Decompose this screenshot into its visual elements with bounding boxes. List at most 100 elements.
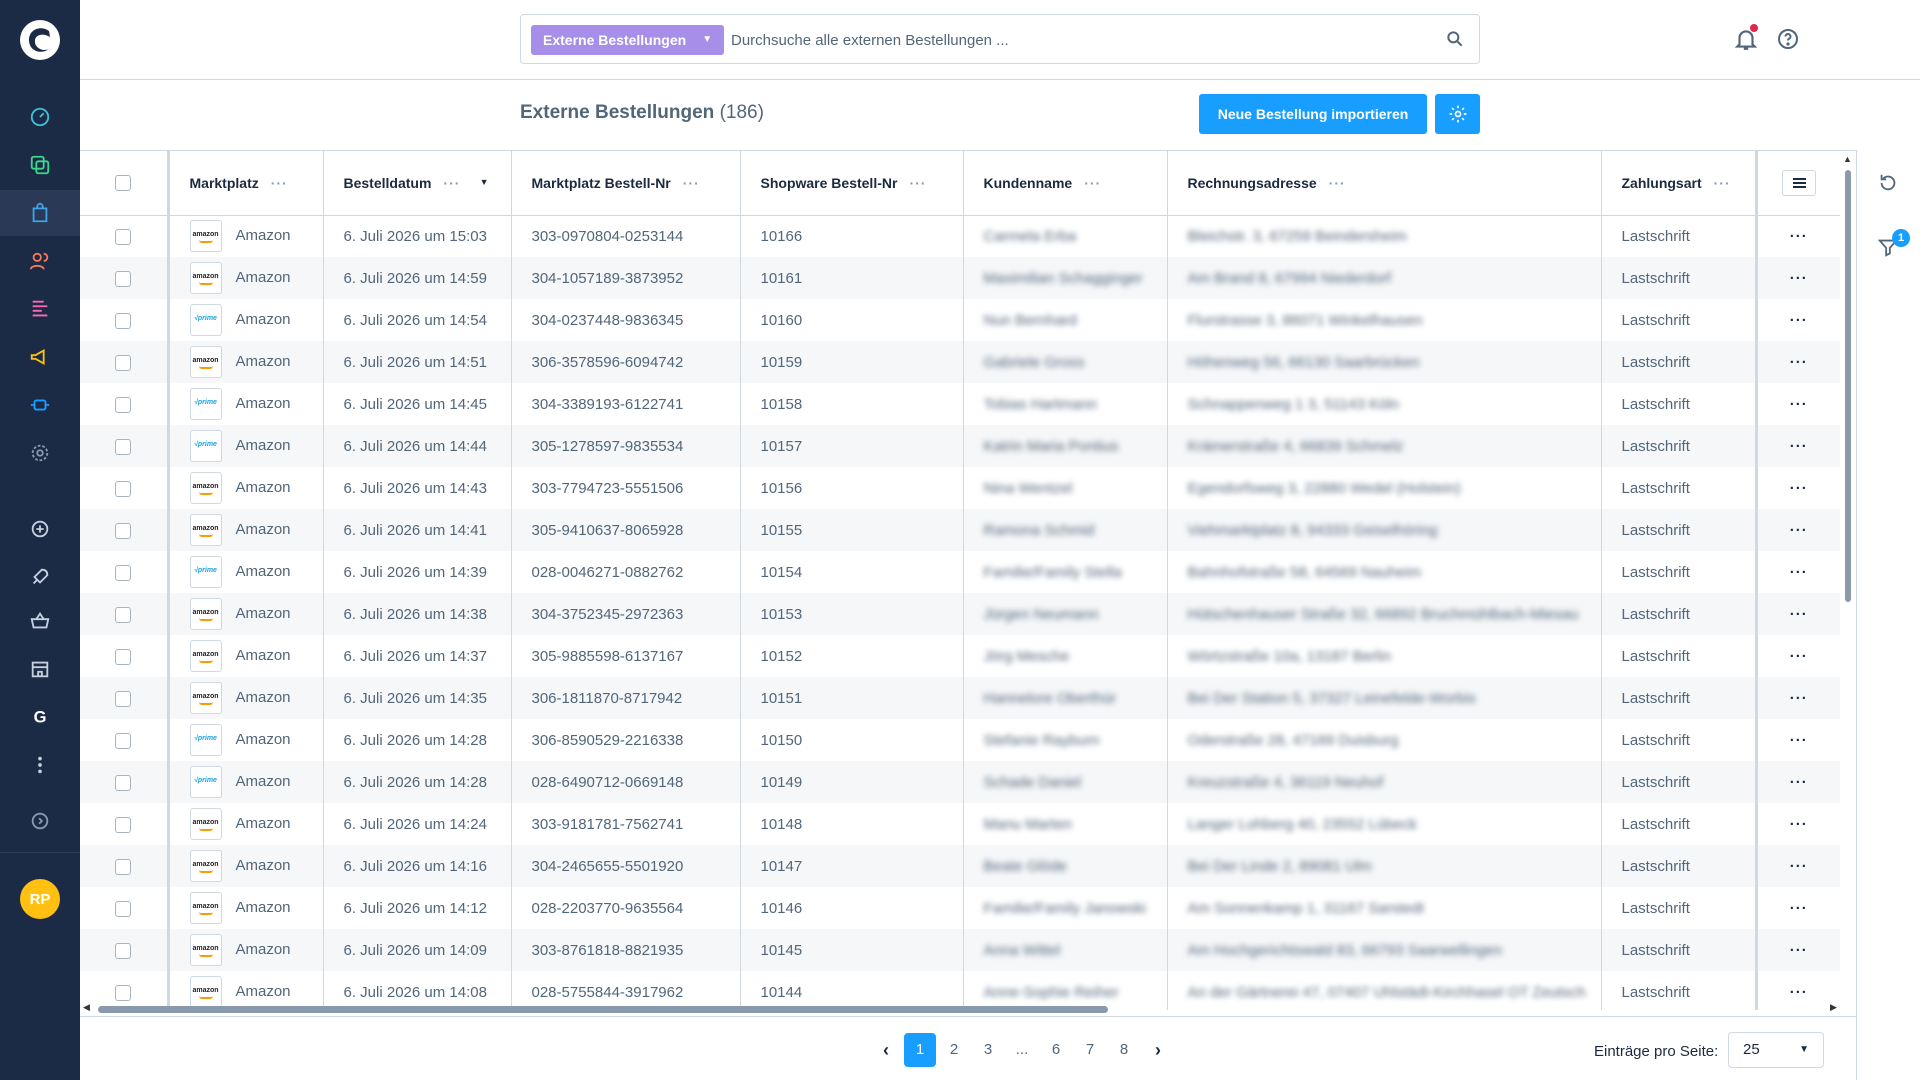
marketplace-order-nr-cell[interactable]: 303-9181781-7562741 [511,803,741,845]
column-header[interactable]: Kundenname ··· [963,151,1168,216]
shopware-order-nr-cell[interactable]: 10153 [740,593,964,635]
row-checkbox[interactable] [115,690,132,707]
row-actions-button[interactable]: ··· [1754,929,1840,971]
shopware-order-nr-cell[interactable]: 10155 [740,509,964,551]
column-options-icon[interactable]: ··· [909,175,926,191]
row-checkbox[interactable] [115,480,132,497]
row-actions-button[interactable]: ··· [1754,341,1840,383]
column-options-icon[interactable]: ··· [1329,175,1346,191]
pagination-page[interactable]: 8 [1108,1033,1140,1067]
table-row[interactable]: amazon Amazon 6. Juli 2026 um 14:37 305-988… [80,635,1840,677]
shopware-order-nr-cell[interactable]: 10157 [740,425,964,467]
row-checkbox[interactable] [115,816,132,833]
row-actions-button[interactable]: ··· [1754,971,1840,1010]
row-actions-button[interactable]: ··· [1754,215,1840,257]
help-icon[interactable] [1776,27,1800,51]
pagination-page[interactable]: 3 [972,1033,1004,1067]
sidebar-item-customers[interactable] [0,238,80,284]
row-actions-button[interactable]: ··· [1754,887,1840,929]
table-row[interactable]: amazon Amazon 6. Juli 2026 um 14:09 303-876… [80,929,1840,971]
entries-per-page-select[interactable]: 25 ▼ [1728,1032,1824,1068]
table-row[interactable]: amazon Amazon 6. Juli 2026 um 15:03 303-097… [80,215,1840,257]
marketplace-order-nr-cell[interactable]: 304-1057189-3873952 [511,257,741,299]
row-checkbox[interactable] [115,984,132,1001]
sidebar-item-rocket[interactable] [0,554,80,600]
row-checkbox[interactable] [115,270,132,287]
shopware-order-nr-cell[interactable]: 10150 [740,719,964,761]
row-checkbox[interactable] [115,774,132,791]
sidebar-item-google[interactable]: G [0,694,80,740]
marketplace-order-nr-cell[interactable]: 028-0046271-0882762 [511,551,741,593]
row-checkbox[interactable] [115,354,132,371]
column-header[interactable]: Rechnungsadresse ··· [1167,151,1602,216]
marketplace-order-nr-cell[interactable]: 028-6490712-0669148 [511,761,741,803]
marketplace-order-nr-cell[interactable]: 304-3389193-6122741 [511,383,741,425]
sidebar-item-catalogue[interactable] [0,142,80,188]
table-row[interactable]: √prime Amazon 6. Juli 2026 um 14:54 304-023… [80,299,1840,341]
marketplace-order-nr-cell[interactable]: 303-0970804-0253144 [511,215,741,257]
sidebar-item-extensions[interactable] [0,382,80,428]
row-actions-button[interactable]: ··· [1754,425,1840,467]
column-header[interactable]: Marktplatz ··· [168,151,324,216]
row-actions-button[interactable]: ··· [1754,257,1840,299]
sidebar-item-basket[interactable] [0,598,80,644]
row-checkbox[interactable] [115,942,132,959]
search-icon[interactable] [1445,29,1465,49]
column-options-icon[interactable]: ··· [1084,175,1101,191]
row-checkbox[interactable] [115,228,132,245]
shopware-order-nr-cell[interactable]: 10166 [740,215,964,257]
row-actions-button[interactable]: ··· [1754,299,1840,341]
shopware-order-nr-cell[interactable]: 10158 [740,383,964,425]
row-actions-button[interactable]: ··· [1754,635,1840,677]
row-actions-button[interactable]: ··· [1754,383,1840,425]
table-row[interactable]: √prime Amazon 6. Juli 2026 um 14:44 305-127… [80,425,1840,467]
column-header[interactable]: Zahlungsart ··· [1601,151,1757,216]
shopware-order-nr-cell[interactable]: 10147 [740,845,964,887]
pagination-next-button[interactable]: › [1142,1033,1174,1067]
row-checkbox[interactable] [115,522,132,539]
shopware-logo-icon[interactable] [19,19,61,61]
row-checkbox[interactable] [115,438,132,455]
sidebar-item-more[interactable] [0,742,80,788]
pagination-page[interactable]: 2 [938,1033,970,1067]
row-actions-button[interactable]: ··· [1754,719,1840,761]
shopware-order-nr-cell[interactable]: 10161 [740,257,964,299]
marketplace-order-nr-cell[interactable]: 305-9885598-6137167 [511,635,741,677]
shopware-order-nr-cell[interactable]: 10156 [740,467,964,509]
marketplace-order-nr-cell[interactable]: 305-1278597-9835534 [511,425,741,467]
table-row[interactable]: amazon Amazon 6. Juli 2026 um 14:12 028-220… [80,887,1840,929]
row-checkbox[interactable] [115,564,132,581]
search-input[interactable] [731,25,1411,55]
horizontal-scrollbar[interactable] [98,1006,1108,1013]
shopware-order-nr-cell[interactable]: 10154 [740,551,964,593]
table-row[interactable]: amazon Amazon 6. Juli 2026 um 14:35 306-181… [80,677,1840,719]
sidebar-item-orders[interactable] [0,190,80,236]
shopware-order-nr-cell[interactable]: 10148 [740,803,964,845]
row-checkbox[interactable] [115,312,132,329]
pagination-page[interactable]: 7 [1074,1033,1106,1067]
search-type-dropdown[interactable]: Externe Bestellungen ▼ [531,25,725,55]
table-row[interactable]: √prime Amazon 6. Juli 2026 um 14:39 028-004… [80,551,1840,593]
table-row[interactable]: amazon Amazon 6. Juli 2026 um 14:51 306-357… [80,341,1840,383]
sidebar-item-content[interactable] [0,286,80,332]
table-row[interactable]: amazon Amazon 6. Juli 2026 um 14:08 028-575… [80,971,1840,1010]
sort-desc-icon[interactable]: ▼ [480,177,489,187]
marketplace-order-nr-cell[interactable]: 306-8590529-2216338 [511,719,741,761]
row-actions-button[interactable]: ··· [1754,761,1840,803]
marketplace-order-nr-cell[interactable]: 303-7794723-5551506 [511,467,741,509]
scroll-left-arrow-icon[interactable]: ◀ [83,1002,90,1013]
sidebar-item-store[interactable] [0,646,80,692]
row-actions-button[interactable]: ··· [1754,551,1840,593]
table-row[interactable]: √prime Amazon 6. Juli 2026 um 14:28 306-859… [80,719,1840,761]
column-options-icon[interactable]: ··· [683,175,700,191]
row-checkbox[interactable] [115,648,132,665]
scroll-up-arrow-icon[interactable]: ▲ [1843,154,1852,164]
row-checkbox[interactable] [115,732,132,749]
row-checkbox[interactable] [115,606,132,623]
select-all-checkbox[interactable] [115,175,132,192]
marketplace-order-nr-cell[interactable]: 306-3578596-6094742 [511,341,741,383]
row-actions-button[interactable]: ··· [1754,803,1840,845]
pagination-page[interactable]: 1 [904,1033,936,1067]
table-row[interactable]: amazon Amazon 6. Juli 2026 um 14:38 304-375… [80,593,1840,635]
marketplace-order-nr-cell[interactable]: 305-9410637-8065928 [511,509,741,551]
